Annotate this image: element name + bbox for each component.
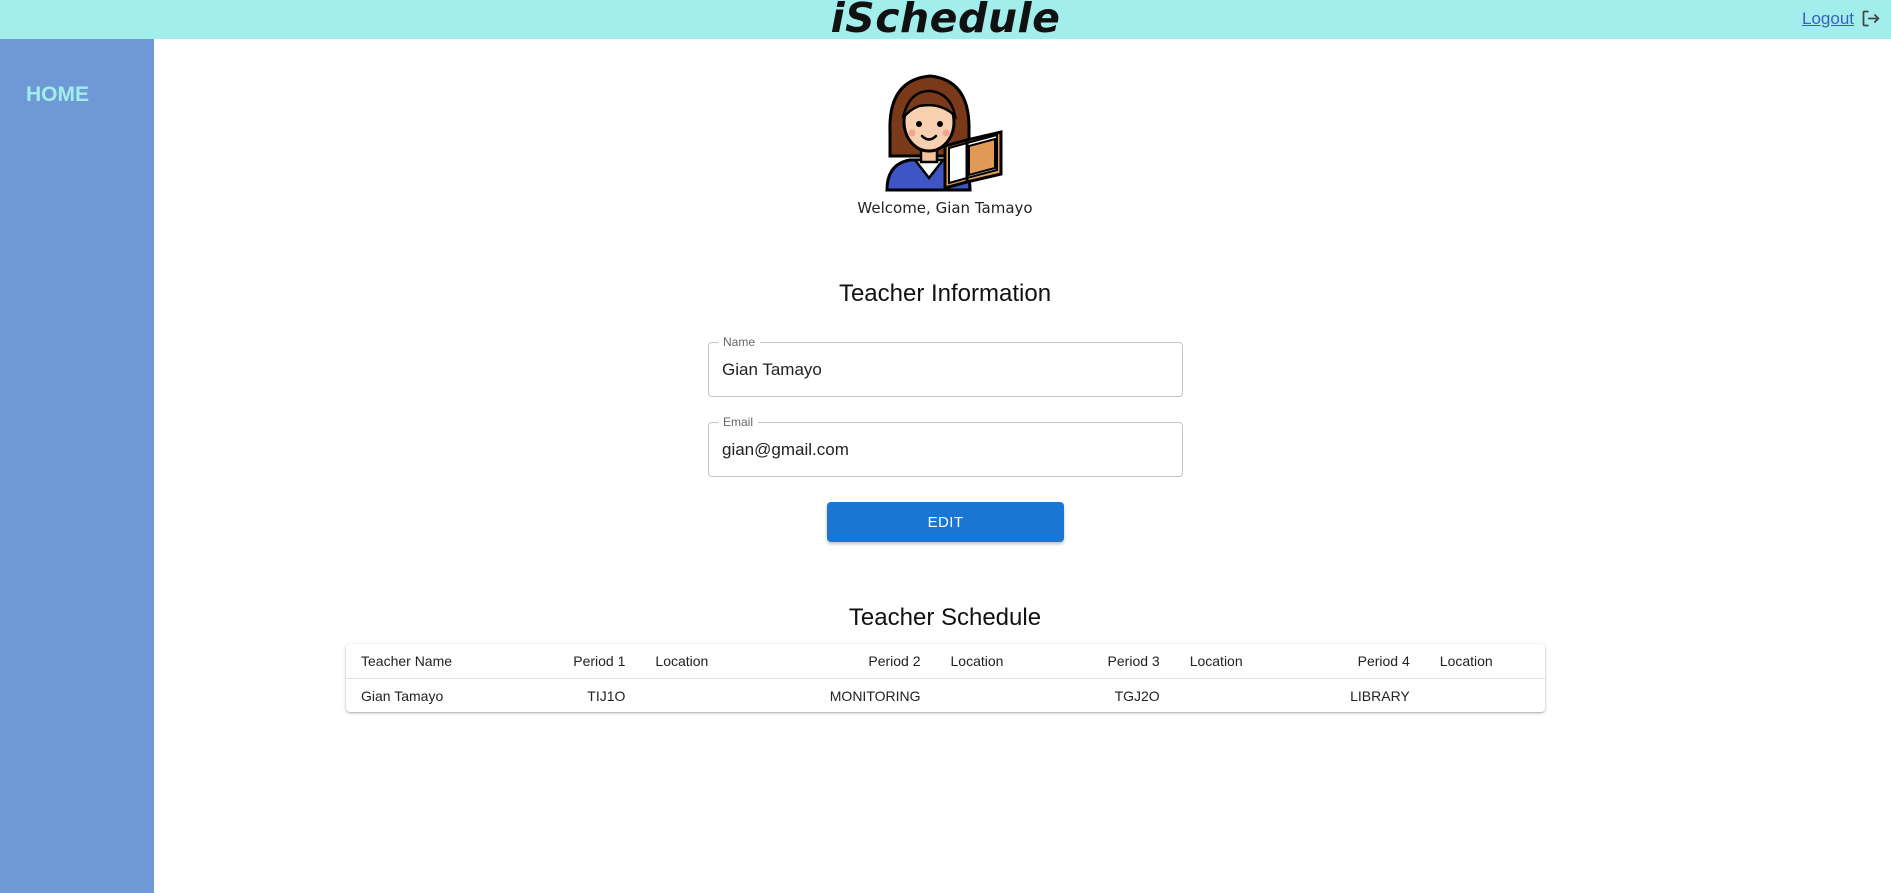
cell-period-4: LIBRARY [1350, 687, 1410, 704]
name-field[interactable]: Name Gian Tamayo [708, 334, 1183, 397]
edit-button[interactable]: EDIT [827, 502, 1064, 542]
cell-location-1 [640, 679, 760, 713]
schedule-table: Teacher Name Period 1 Location Period 2 … [346, 644, 1545, 712]
column-header-period-4: Period 4 [1294, 644, 1425, 679]
top-bar: iSchedule Logout [0, 0, 1891, 42]
column-header-location-2: Location [935, 644, 1056, 679]
email-field-value[interactable]: gian@gmail.com [722, 440, 849, 460]
column-header-teacher-name: Teacher Name [346, 644, 522, 679]
table-row: Gian Tamayo TIJ1O MONITORING TGJ2O LIBRA… [346, 679, 1545, 713]
logout-button[interactable]: Logout [1802, 8, 1881, 29]
email-field[interactable]: Email gian@gmail.com [708, 414, 1183, 477]
table-header-row: Teacher Name Period 1 Location Period 2 … [346, 644, 1545, 679]
cell-period-2: MONITORING [829, 687, 921, 704]
email-field-label: Email [718, 414, 759, 430]
app-title: iSchedule [830, 0, 1061, 42]
column-header-location-1: Location [640, 644, 761, 679]
cell-location-2 [936, 679, 1056, 713]
sidebar-item-home[interactable]: HOME [26, 83, 89, 107]
schedule-table-card: Teacher Name Period 1 Location Period 2 … [346, 644, 1545, 712]
logout-icon[interactable] [1860, 8, 1881, 29]
column-header-period-3: Period 3 [1055, 644, 1175, 679]
teacher-avatar-icon [885, 72, 1007, 194]
cell-teacher-name: Gian Tamayo [361, 687, 444, 704]
column-header-period-1: Period 1 [521, 644, 641, 679]
name-field-value[interactable]: Gian Tamayo [722, 360, 822, 380]
cell-location-3 [1175, 679, 1295, 713]
welcome-text: Welcome, Gian Tamayo [857, 199, 1033, 217]
cell-period-1: TIJ1O [587, 687, 626, 704]
name-field-label: Name [718, 334, 761, 350]
cell-period-3: TGJ2O [1114, 687, 1160, 704]
sidebar: HOME [0, 39, 154, 893]
cell-location-4 [1425, 679, 1545, 713]
logout-link[interactable]: Logout [1802, 9, 1854, 29]
column-header-location-3: Location [1174, 644, 1295, 679]
teacher-information-title: Teacher Information [838, 280, 1052, 307]
column-header-period-2: Period 2 [760, 644, 936, 679]
column-header-location-4: Location [1424, 644, 1545, 679]
teacher-schedule-title: Teacher Schedule [848, 604, 1042, 631]
